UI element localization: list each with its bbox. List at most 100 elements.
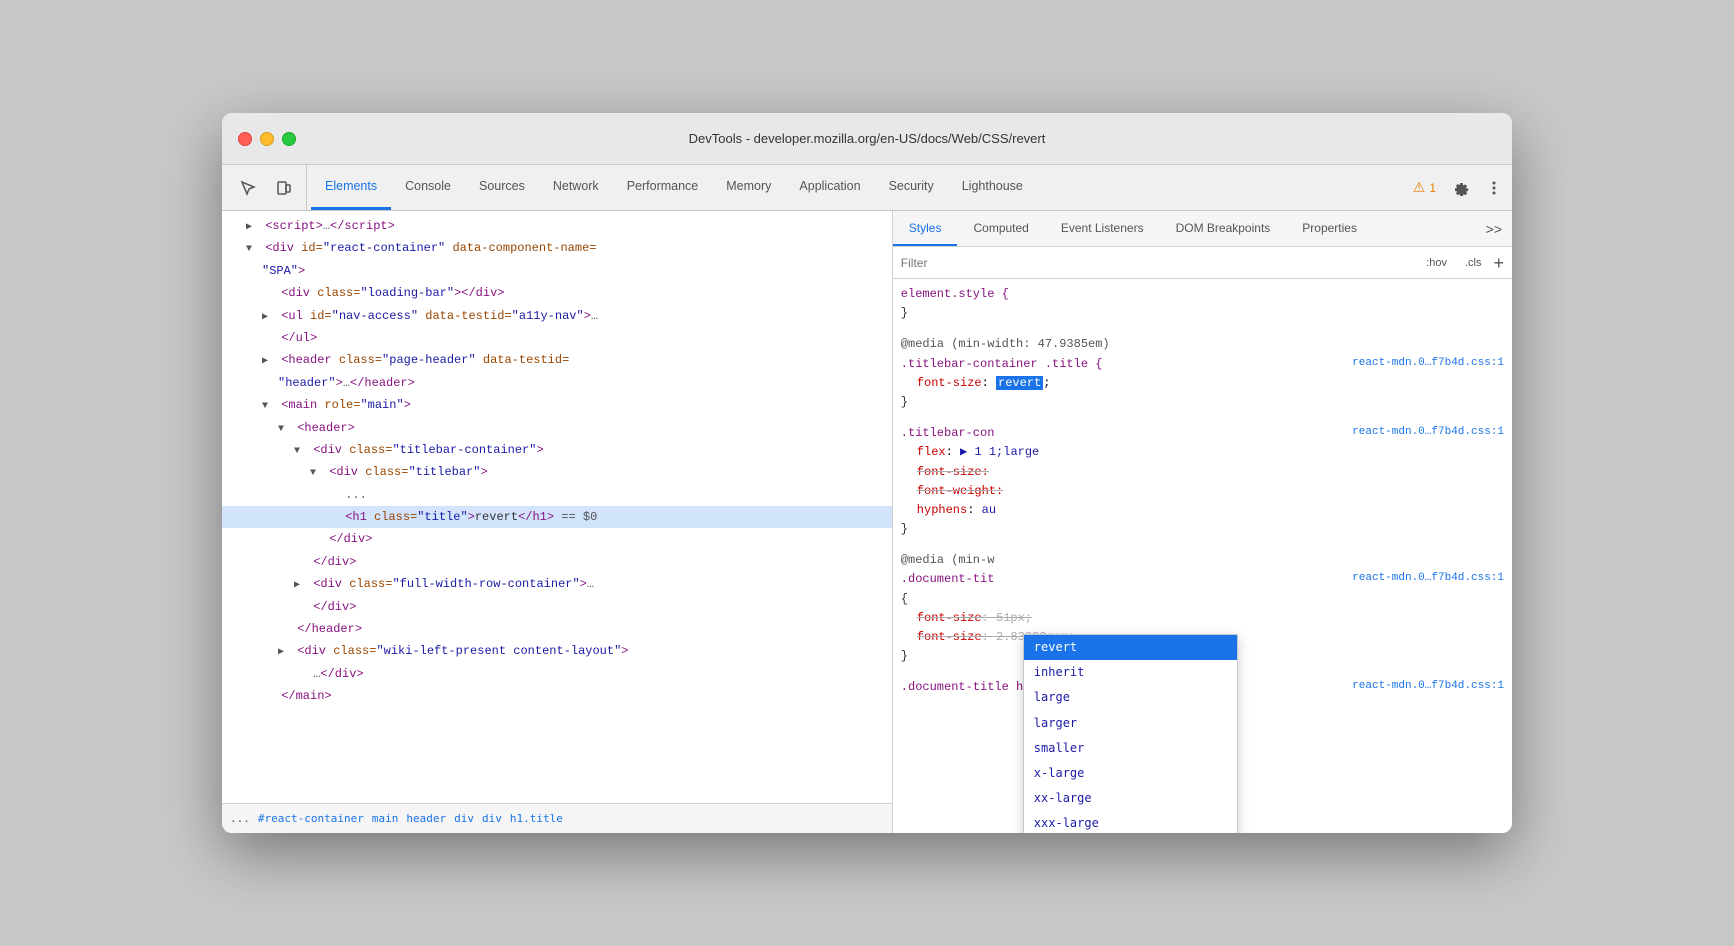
dom-line-selected[interactable]: <h1 class="title">revert</h1> == $0 <box>222 506 892 528</box>
tab-elements[interactable]: Elements <box>311 165 391 210</box>
breadcrumb-item[interactable]: div <box>454 812 474 825</box>
triangle-icon: ▶ <box>262 309 274 326</box>
dom-line[interactable]: "SPA"> <box>222 260 892 282</box>
autocomplete-item-revert[interactable]: revert <box>1024 635 1237 660</box>
warning-icon: ⚠ <box>1413 179 1426 196</box>
dom-line[interactable]: ▶ <ul id="nav-access" data-testid="a11y-… <box>222 305 892 327</box>
dom-line[interactable]: ▼ <div id="react-container" data-compone… <box>222 237 892 259</box>
settings-icon[interactable] <box>1448 174 1476 202</box>
triangle-icon: ▶ <box>262 353 274 370</box>
breadcrumb-item[interactable]: main <box>372 812 399 825</box>
style-source-link[interactable]: react-mdn.0…f7b4d.css:1 <box>1352 355 1504 373</box>
tab-lighthouse[interactable]: Lighthouse <box>948 165 1037 210</box>
style-rule-element: element.style { } <box>893 283 1512 325</box>
warning-badge: ⚠ 1 <box>1405 179 1444 196</box>
dom-line[interactable]: ▶ <div class="wiki-left-present content-… <box>222 640 892 662</box>
triangle-icon: ▼ <box>310 465 322 482</box>
window-titlebar: DevTools - developer.mozilla.org/en-US/d… <box>222 113 1512 165</box>
style-source-link[interactable]: react-mdn.0…f7b4d.css:1 <box>1352 570 1504 588</box>
autocomplete-dropdown: revert inherit large larger smaller x-la… <box>1023 634 1238 833</box>
autocomplete-item-smaller[interactable]: smaller <box>1024 736 1237 761</box>
warning-count: 1 <box>1429 181 1436 195</box>
filter-actions: :hov .cls + <box>1420 254 1504 272</box>
dom-line[interactable]: ▶ </ul> <box>222 327 892 349</box>
styles-content[interactable]: element.style { } @media (min-width: 47.… <box>893 279 1512 833</box>
tab-console[interactable]: Console <box>391 165 465 210</box>
style-prop-row: font-size: <box>901 463 1504 482</box>
tab-memory[interactable]: Memory <box>712 165 785 210</box>
window-title: DevTools - developer.mozilla.org/en-US/d… <box>689 131 1046 146</box>
font-size-value[interactable]: revert <box>996 376 1043 390</box>
breadcrumb-item[interactable]: header <box>406 812 446 825</box>
dom-line[interactable]: ▶ <div class="loading-bar"></div> <box>222 282 892 304</box>
add-style-button[interactable]: + <box>1493 254 1504 272</box>
dom-line[interactable]: </main> <box>222 685 892 707</box>
dom-line[interactable]: ▶ <script>…</script> <box>222 215 892 237</box>
breadcrumb-bar: ... #react-container main header div div… <box>222 803 892 833</box>
tab-network[interactable]: Network <box>539 165 613 210</box>
autocomplete-item-xx-large[interactable]: xx-large <box>1024 786 1237 811</box>
toolbar-icons <box>226 165 307 210</box>
styles-tabbar: Styles Computed Event Listeners DOM Brea… <box>893 211 1512 247</box>
dom-line[interactable]: </header> <box>222 618 892 640</box>
autocomplete-item-inherit[interactable]: inherit <box>1024 660 1237 685</box>
dom-line[interactable]: ... <box>222 484 892 506</box>
minimize-button[interactable] <box>260 132 274 146</box>
style-prop-row: font-size: 51px; <box>901 609 1504 628</box>
dom-panel: ▶ <script>…</script> ▼ <div id="react-co… <box>222 211 893 833</box>
dom-line[interactable]: </div> <box>222 596 892 618</box>
triangle-icon: ▼ <box>246 241 258 258</box>
cls-button[interactable]: .cls <box>1459 254 1488 272</box>
tab-performance[interactable]: Performance <box>613 165 713 210</box>
style-prop-row: font-weight: <box>901 482 1504 501</box>
styles-tab-event-listeners[interactable]: Event Listeners <box>1045 211 1160 246</box>
dom-tree[interactable]: ▶ <script>…</script> ▼ <div id="react-co… <box>222 211 892 803</box>
autocomplete-item-large[interactable]: large <box>1024 685 1237 710</box>
breadcrumb-item[interactable]: div <box>482 812 502 825</box>
main-tabbar: Elements Console Sources Network Perform… <box>222 165 1512 211</box>
autocomplete-item-xxx-large[interactable]: xxx-large <box>1024 811 1237 833</box>
close-button[interactable] <box>238 132 252 146</box>
breadcrumb-item[interactable]: #react-container <box>258 812 364 825</box>
devtools-window: DevTools - developer.mozilla.org/en-US/d… <box>222 113 1512 833</box>
triangle-icon: ▶ <box>294 577 306 594</box>
maximize-button[interactable] <box>282 132 296 146</box>
style-prop-row: hyphens: au <box>901 501 1504 520</box>
dom-line[interactable]: ▼ <div class="titlebar"> <box>222 461 892 483</box>
dom-line[interactable]: ▶ <header class="page-header" data-testi… <box>222 349 892 371</box>
styles-tab-styles[interactable]: Styles <box>893 211 958 246</box>
style-rule-media1: @media (min-width: 47.9385em) .titlebar-… <box>893 333 1512 414</box>
triangle-icon: ▼ <box>294 443 306 460</box>
filter-input[interactable] <box>901 256 1420 270</box>
dom-line[interactable]: </div> <box>222 528 892 550</box>
style-prop-row: flex: ▶ 1 1;large <box>901 443 1504 462</box>
dom-line[interactable]: ▶ <div class="full-width-row-container">… <box>222 573 892 595</box>
styles-tab-more[interactable]: >> <box>1476 211 1512 246</box>
dom-line[interactable]: ▼ <main role="main"> <box>222 394 892 416</box>
inspect-icon[interactable] <box>234 174 262 202</box>
styles-tab-dom-breakpoints[interactable]: DOM Breakpoints <box>1160 211 1287 246</box>
dom-line[interactable]: ▼ <header> <box>222 417 892 439</box>
tab-security[interactable]: Security <box>875 165 948 210</box>
styles-panel: Styles Computed Event Listeners DOM Brea… <box>893 211 1512 833</box>
filter-bar: :hov .cls + <box>893 247 1512 279</box>
tab-application[interactable]: Application <box>785 165 874 210</box>
dom-line[interactable]: </div> <box>222 551 892 573</box>
main-content: ▶ <script>…</script> ▼ <div id="react-co… <box>222 211 1512 833</box>
device-icon[interactable] <box>270 174 298 202</box>
dom-line[interactable]: ▼ <div class="titlebar-container"> <box>222 439 892 461</box>
style-source-link[interactable]: react-mdn.0…f7b4d.css:1 <box>1352 424 1504 442</box>
dom-line[interactable]: "header">…</header> <box>222 372 892 394</box>
breadcrumb-item[interactable]: h1.title <box>510 812 563 825</box>
styles-tab-computed[interactable]: Computed <box>957 211 1044 246</box>
styles-tab-properties[interactable]: Properties <box>1286 211 1373 246</box>
style-source-link[interactable]: react-mdn.0…f7b4d.css:1 <box>1352 678 1504 696</box>
autocomplete-item-larger[interactable]: larger <box>1024 711 1237 736</box>
autocomplete-item-x-large[interactable]: x-large <box>1024 761 1237 786</box>
triangle-icon: ▶ <box>278 644 290 661</box>
more-options-icon[interactable] <box>1480 174 1508 202</box>
hov-button[interactable]: :hov <box>1420 254 1453 272</box>
triangle-icon: ▼ <box>278 421 290 438</box>
tab-sources[interactable]: Sources <box>465 165 539 210</box>
dom-line[interactable]: …</div> <box>222 663 892 685</box>
